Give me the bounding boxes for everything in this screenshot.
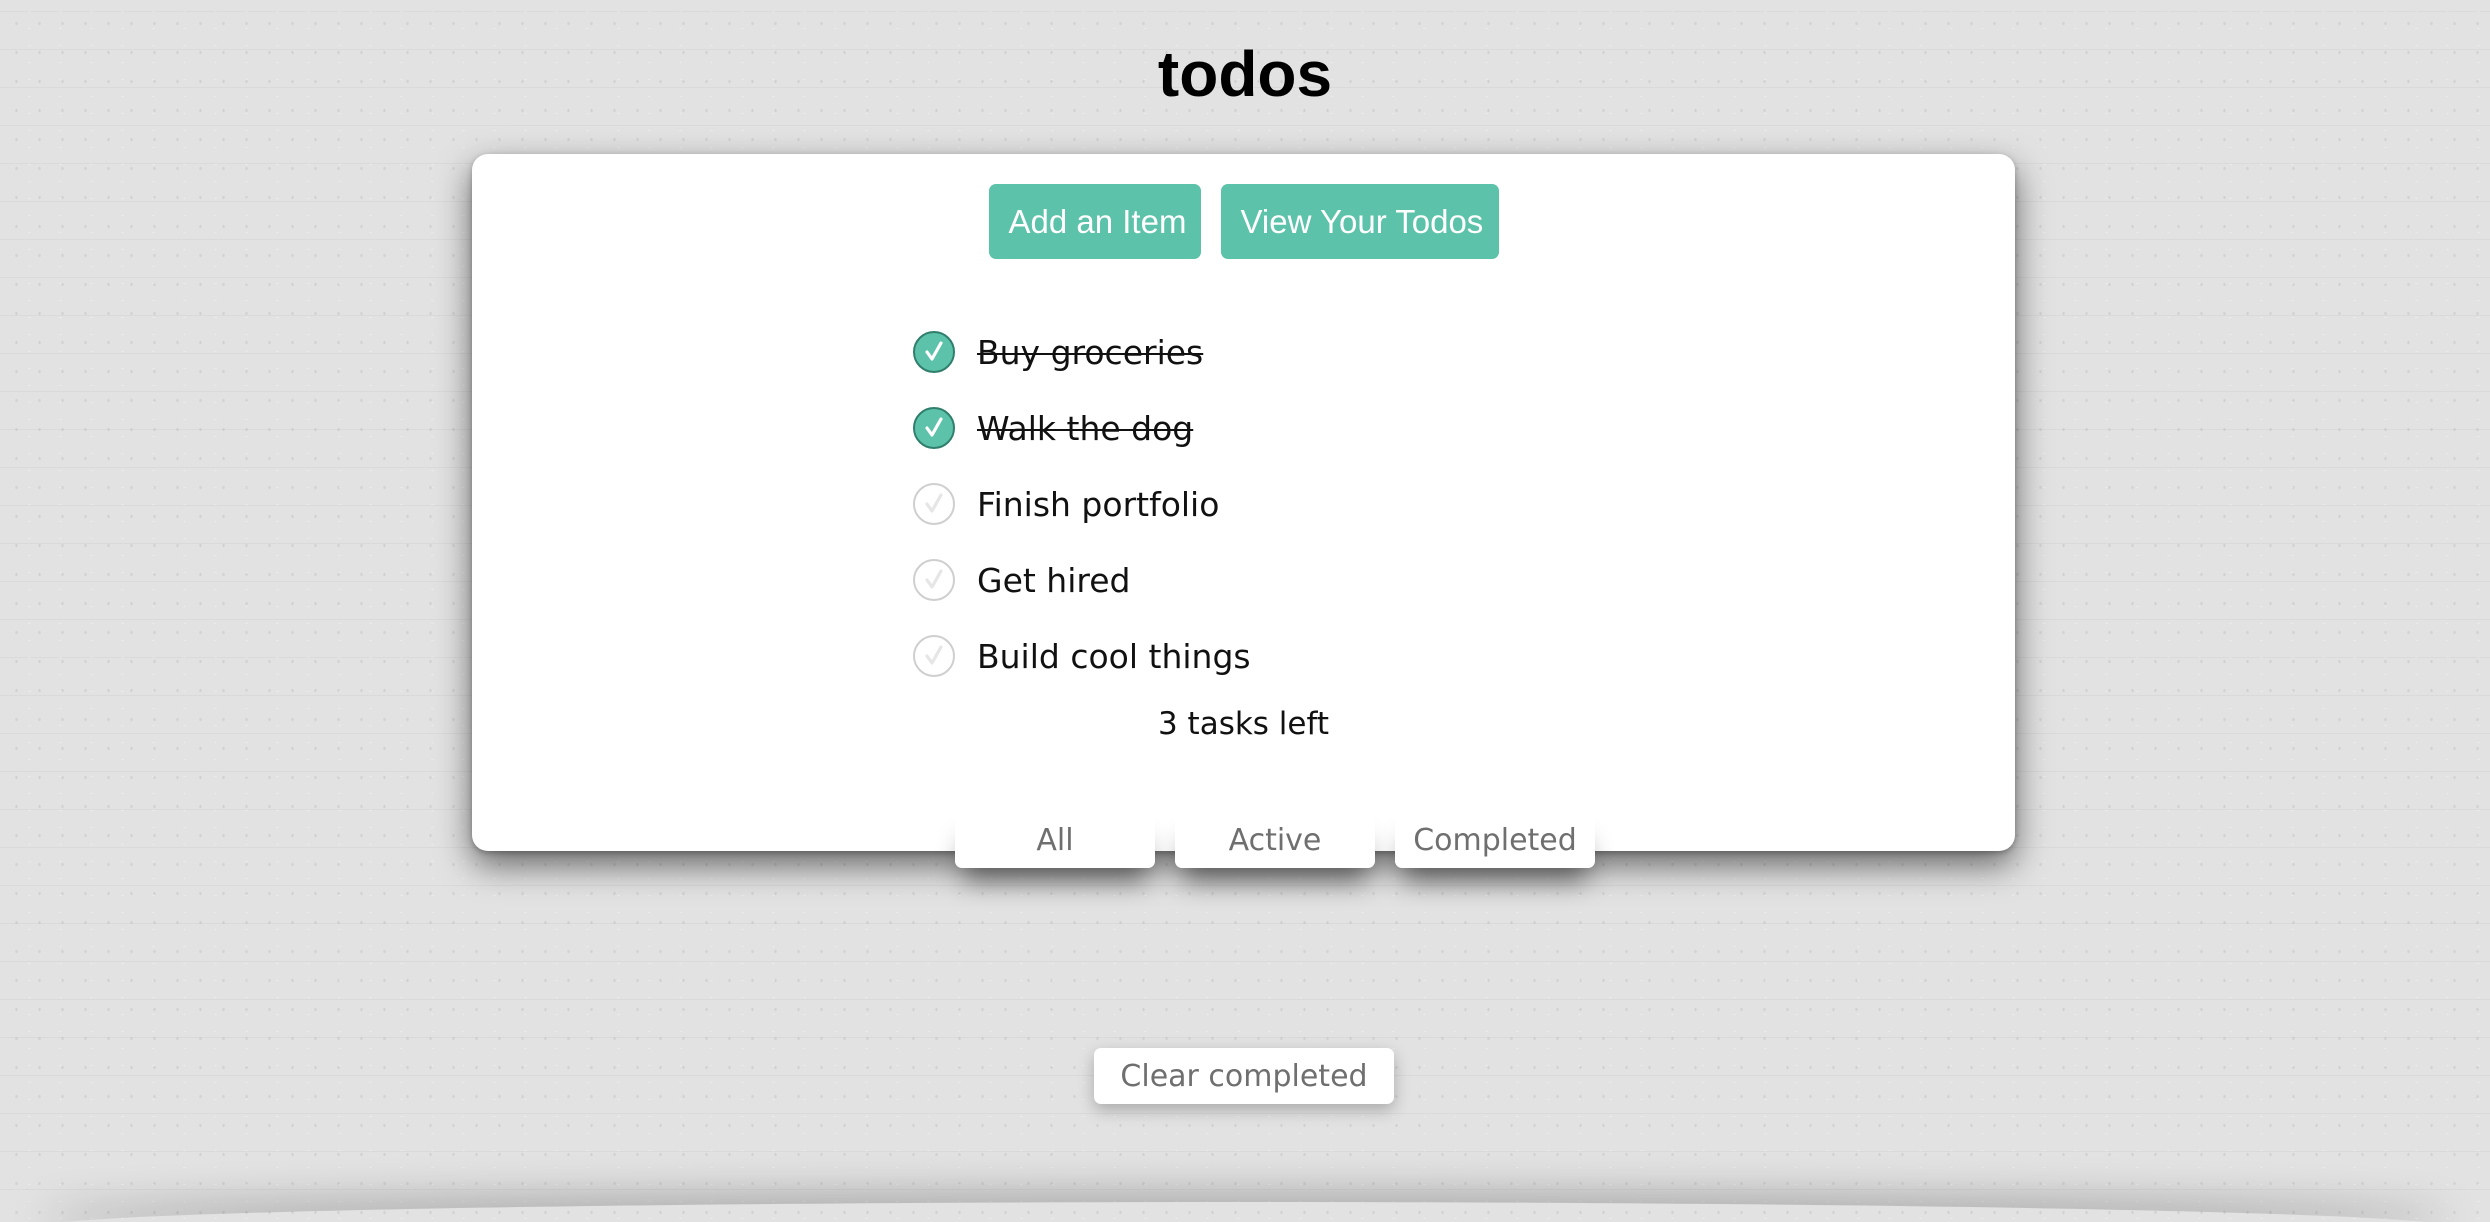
- todo-text: Build cool things: [977, 636, 1251, 676]
- todo-card: Add an Item View Your Todos Buy grocerie…: [472, 154, 2015, 851]
- todo-text: Buy groceries: [977, 332, 1204, 372]
- tasks-left-count: 3 tasks left: [1157, 706, 1330, 742]
- todo-text: Get hired: [977, 560, 1131, 600]
- todo-item: Finish portfolio: [913, 466, 1251, 542]
- page-bottom-shadow: [40, 1202, 2450, 1222]
- todo-text: Finish portfolio: [977, 484, 1220, 524]
- view-todos-button[interactable]: View Your Todos: [1220, 184, 1499, 259]
- todo-text: Walk the dog: [977, 408, 1194, 448]
- todo-checkbox[interactable]: [913, 483, 955, 525]
- todo-item: Get hired: [913, 542, 1251, 618]
- filter-all-button[interactable]: All: [955, 812, 1155, 868]
- page-title: todos: [1157, 38, 1333, 110]
- filter-completed-button[interactable]: Completed: [1395, 812, 1595, 868]
- todo-checkbox[interactable]: [913, 331, 955, 373]
- todo-checkbox[interactable]: [913, 559, 955, 601]
- checkmark-icon: [925, 645, 943, 665]
- checkmark-icon: [925, 493, 943, 513]
- todo-checkbox[interactable]: [913, 635, 955, 677]
- todo-item: Buy groceries: [913, 314, 1251, 390]
- clear-completed-button[interactable]: Clear completed: [1094, 1048, 1394, 1104]
- checkmark-icon: [925, 417, 943, 437]
- top-actions: Add an Item View Your Todos: [472, 184, 2015, 259]
- todo-item: Walk the dog: [913, 390, 1251, 466]
- checkmark-icon: [925, 341, 943, 361]
- todo-item: Build cool things: [913, 618, 1251, 694]
- todo-checkbox[interactable]: [913, 407, 955, 449]
- filter-active-button[interactable]: Active: [1175, 812, 1375, 868]
- checkmark-icon: [925, 569, 943, 589]
- todo-list: Buy groceries Walk the dog Finish portfo…: [913, 314, 1251, 694]
- filter-bar: All Active Completed: [955, 812, 1595, 868]
- add-item-button[interactable]: Add an Item: [988, 184, 1201, 259]
